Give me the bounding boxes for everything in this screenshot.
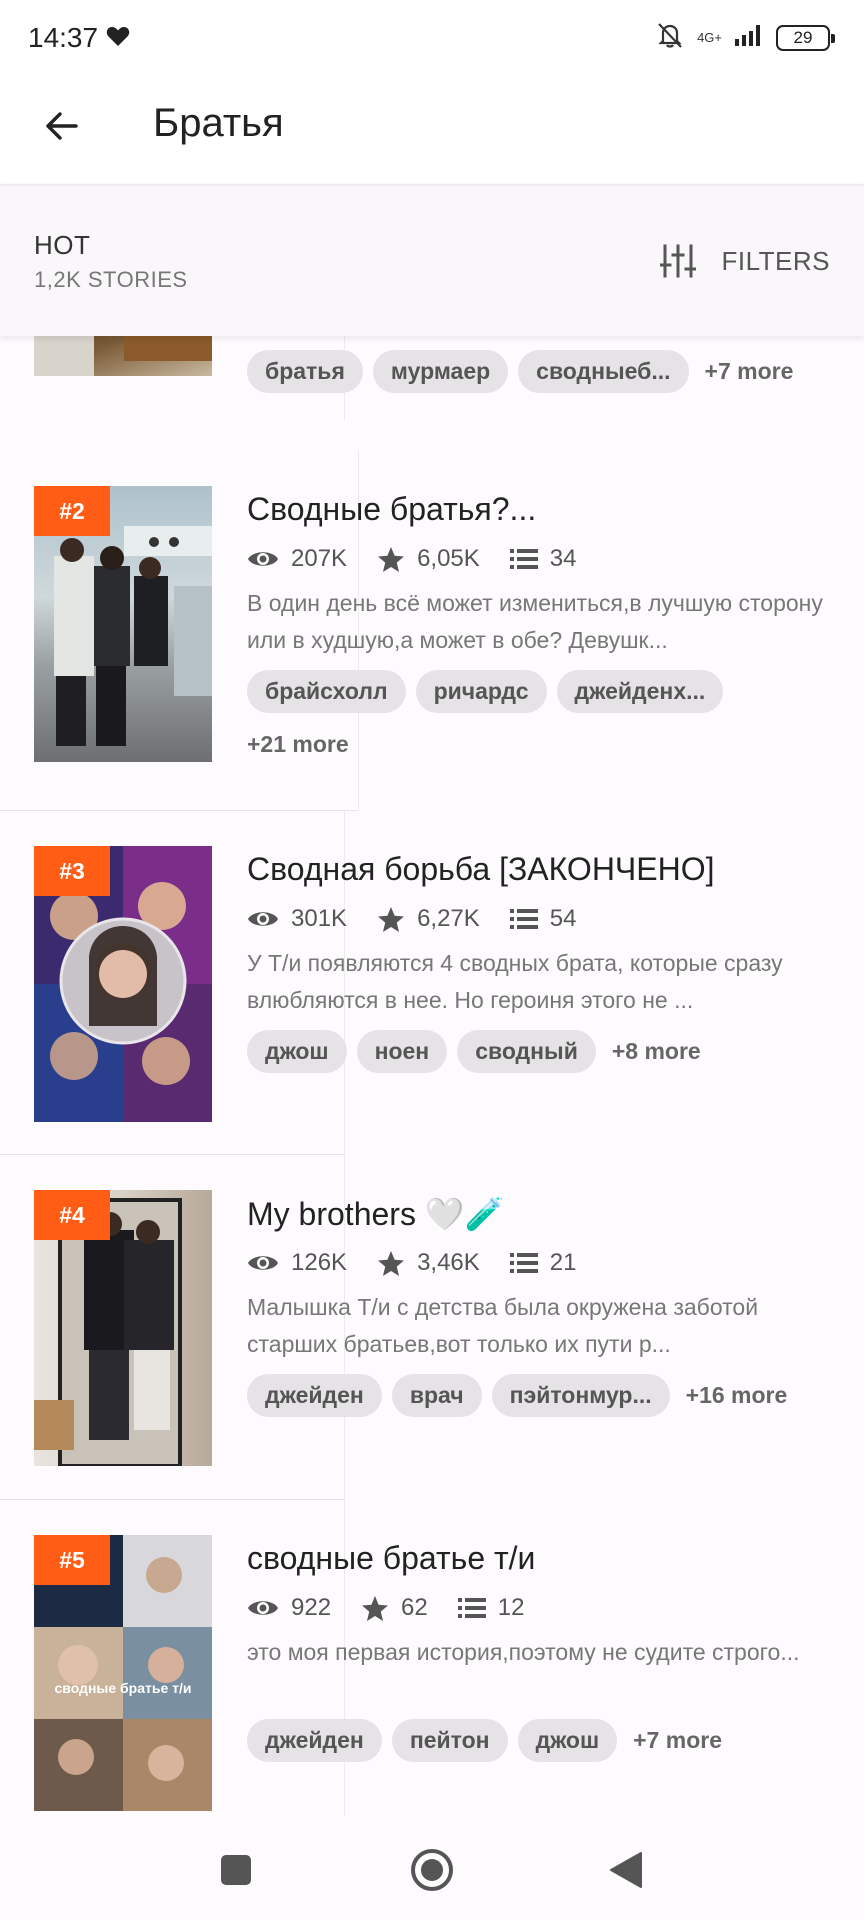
story-description: Малышка Т/и с детства была окружена забо… xyxy=(247,1294,759,1357)
heart-icon xyxy=(106,22,130,54)
votes-count: 6,27K xyxy=(417,905,480,932)
story-description: это моя первая история,поэтому не судите… xyxy=(247,1639,800,1665)
story-item[interactable]: #3 Сводная борьба [ЗАКОНЧЕНО] 301K 6,27K… xyxy=(0,811,864,1155)
story-stats: 207K 6,05K 34 xyxy=(247,543,837,575)
battery-icon: 29 xyxy=(776,24,835,51)
tag[interactable]: врач xyxy=(391,1374,482,1417)
parts-count: 34 xyxy=(549,545,577,572)
cover-caption: сводные братье т/и xyxy=(54,1680,192,1696)
tag[interactable]: мурмаер xyxy=(372,350,509,393)
list-icon xyxy=(509,1253,538,1273)
story-description: У Т/и появляются 4 сводных брата, которы… xyxy=(247,950,783,1013)
filters-button[interactable]: FILTERS xyxy=(659,244,830,278)
signal-icon xyxy=(734,23,764,52)
list-icon xyxy=(509,909,538,929)
mute-icon xyxy=(655,20,685,55)
triangle-back-icon xyxy=(610,1852,642,1888)
votes-count: 62 xyxy=(401,1594,428,1621)
story-item[interactable]: сводные братье т/и #5 сводные братье т/и… xyxy=(0,1500,864,1816)
story-title: My brothers 🤍🧪 xyxy=(247,1196,505,1232)
tag[interactable]: брайсхолл xyxy=(247,670,406,713)
arrow-left-icon xyxy=(46,112,78,140)
rank-badge: #5 xyxy=(34,1535,110,1585)
story-item[interactable]: #4 My brothers 🤍🧪 126K 3,46K 21 Малышка … xyxy=(0,1155,864,1500)
tag[interactable]: джош xyxy=(517,1719,618,1762)
sliders-icon xyxy=(659,244,696,278)
sort-label[interactable]: HOT xyxy=(34,230,90,261)
app-bar: Братья xyxy=(0,80,864,182)
back-button[interactable] xyxy=(34,98,90,154)
more-tags[interactable]: +7 more xyxy=(633,1727,722,1754)
reads-count: 207K xyxy=(291,545,348,572)
list-icon xyxy=(457,1598,486,1618)
story-item[interactable]: братья мурмаер сводныеб... +7 more xyxy=(0,336,864,420)
square-icon xyxy=(221,1855,251,1885)
eye-icon xyxy=(248,1601,278,1615)
votes-count: 3,46K xyxy=(417,1249,480,1276)
reads-count: 301K xyxy=(291,905,348,932)
more-tags[interactable]: +8 more xyxy=(612,1038,701,1065)
tag[interactable]: ричардс xyxy=(415,670,547,713)
rank-badge: #2 xyxy=(34,486,110,536)
tag[interactable]: братья xyxy=(247,350,363,393)
story-cover: #4 xyxy=(34,1190,212,1466)
more-tags[interactable]: +21 more xyxy=(247,731,837,758)
story-stats: 126K 3,46K 21 xyxy=(247,1247,837,1279)
story-item[interactable]: #2 Сводные братья?... 207K 6,05K 34 В од… xyxy=(0,451,864,811)
system-nav-bar xyxy=(0,1816,864,1920)
star-icon xyxy=(362,1595,389,1621)
eye-icon xyxy=(248,552,278,566)
star-icon xyxy=(378,546,405,572)
status-time: 14:37 xyxy=(28,22,99,53)
status-bar: 14:37 4G+ 29 xyxy=(0,0,864,80)
parts-count: 54 xyxy=(549,905,577,932)
eye-icon xyxy=(248,1256,278,1270)
star-icon xyxy=(378,1250,405,1276)
story-cover xyxy=(34,336,212,376)
parts-count: 21 xyxy=(549,1249,577,1276)
filters-label: FILTERS xyxy=(721,245,830,276)
tag[interactable]: ноен xyxy=(356,1030,448,1073)
story-description: В один день всё может измениться,в лучшу… xyxy=(247,590,823,653)
reads-count: 126K xyxy=(291,1249,348,1276)
story-title: Сводные братья?... xyxy=(247,491,537,527)
story-cover: сводные братье т/и #5 xyxy=(34,1535,212,1811)
tag[interactable]: сводныеб... xyxy=(518,350,689,393)
story-count: 1,2K STORIES xyxy=(34,267,188,292)
parts-count: 12 xyxy=(497,1594,525,1621)
story-stats: 301K 6,27K 54 xyxy=(247,903,837,935)
more-tags[interactable]: +7 more xyxy=(705,358,794,385)
star-icon xyxy=(378,906,405,932)
home-circle-icon xyxy=(411,1849,453,1891)
page-title: Братья xyxy=(153,101,284,145)
story-cover: #3 xyxy=(34,846,212,1122)
recents-button[interactable] xyxy=(210,1844,262,1896)
network-label: 4G+ xyxy=(697,30,722,45)
votes-count: 6,05K xyxy=(417,545,480,572)
rank-badge: #4 xyxy=(34,1190,110,1240)
back-nav-button[interactable] xyxy=(600,1844,652,1896)
list-icon xyxy=(509,549,538,569)
reads-count: 922 xyxy=(291,1594,332,1621)
tag[interactable]: джейденх... xyxy=(556,670,724,713)
eye-icon xyxy=(248,912,278,926)
tag[interactable]: пейтон xyxy=(391,1719,508,1762)
tag[interactable]: джейден xyxy=(247,1719,382,1762)
story-title: сводные братье т/и xyxy=(247,1540,536,1576)
tag[interactable]: джейден xyxy=(247,1374,382,1417)
story-list[interactable]: братья мурмаер сводныеб... +7 more #2 Св… xyxy=(0,336,864,1816)
tag[interactable]: джош xyxy=(247,1030,347,1073)
tag[interactable]: пэйтонмур... xyxy=(491,1374,670,1417)
home-button[interactable] xyxy=(406,1844,458,1896)
more-tags[interactable]: +16 more xyxy=(686,1382,788,1409)
rank-badge: #3 xyxy=(34,846,110,896)
tag[interactable]: сводный xyxy=(457,1030,596,1073)
story-stats: 922 62 12 xyxy=(247,1592,837,1624)
story-title: Сводная борьба [ЗАКОНЧЕНО] xyxy=(247,851,715,887)
filter-bar: HOT 1,2K STORIES FILTERS xyxy=(0,184,864,336)
story-cover: #2 xyxy=(34,486,212,762)
